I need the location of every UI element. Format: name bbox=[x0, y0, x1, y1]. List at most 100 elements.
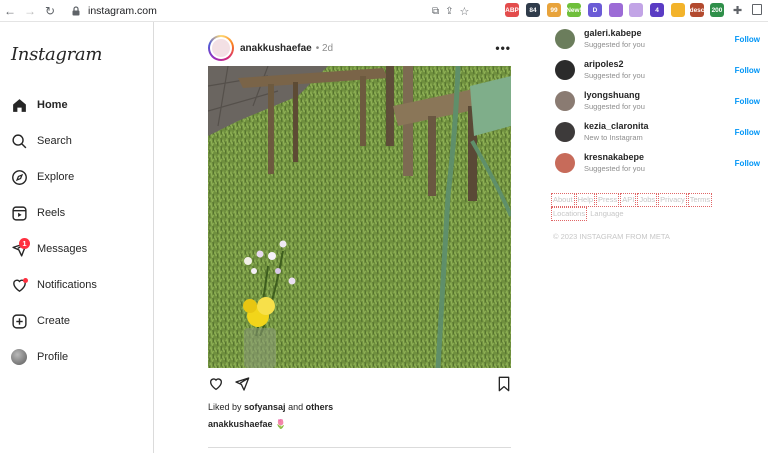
new-badge-icon[interactable]: New! bbox=[566, 3, 582, 17]
footer-link-terms[interactable]: Terms bbox=[687, 193, 713, 207]
footer-link-locations[interactable]: Locations bbox=[551, 207, 588, 221]
footer-link-api[interactable]: API bbox=[620, 193, 637, 207]
nav-search[interactable]: Search bbox=[10, 130, 72, 152]
suggestion-avatar[interactable] bbox=[555, 122, 575, 142]
nav-explore[interactable]: Explore bbox=[10, 166, 74, 188]
suggestion-avatar[interactable] bbox=[555, 153, 575, 173]
liked-others-link[interactable]: others bbox=[306, 402, 334, 412]
nav-search-label: Search bbox=[37, 135, 72, 147]
ext-99-icon[interactable]: 99 bbox=[547, 3, 561, 17]
liked-user-link[interactable]: sofyansaj bbox=[244, 402, 286, 412]
left-sidebar: Instagram Home Search Explore Reels 1 Me… bbox=[0, 22, 154, 453]
footer-link-help[interactable]: Help bbox=[575, 193, 596, 207]
suggestion-avatar[interactable] bbox=[555, 60, 575, 80]
counter-icon[interactable]: 84 bbox=[526, 3, 540, 17]
post-divider bbox=[208, 447, 511, 448]
suggestion-item: aripoles2 Suggested for you Follow bbox=[555, 57, 760, 83]
footer-link-jobs[interactable]: Jobs bbox=[637, 193, 658, 207]
suggestion-username[interactable]: lyongshuang bbox=[584, 90, 735, 101]
d-icon[interactable]: D bbox=[588, 3, 602, 17]
side-panel-icon[interactable] bbox=[752, 4, 762, 15]
nav-create-label: Create bbox=[37, 315, 71, 327]
suggestion-reason: Suggested for you bbox=[584, 40, 645, 49]
suggestion-reason: Suggested for you bbox=[584, 164, 645, 173]
nav-create[interactable]: Create bbox=[10, 310, 70, 332]
follow-button[interactable]: Follow bbox=[735, 35, 760, 44]
liked-prefix: Liked by bbox=[208, 402, 245, 412]
suggestion-username[interactable]: aripoles2 bbox=[584, 59, 735, 70]
create-plus-icon bbox=[10, 312, 28, 330]
post-header: anakkushaefae • 2d ••• bbox=[208, 35, 511, 61]
cube-icon[interactable]: 4 bbox=[650, 3, 664, 17]
reload-icon[interactable]: ↻ bbox=[40, 0, 60, 22]
footer-link-press[interactable]: Press bbox=[596, 193, 620, 207]
nav-explore-label: Explore bbox=[37, 171, 75, 183]
caption-text: 🌷 bbox=[275, 419, 287, 429]
like-heart-icon[interactable] bbox=[208, 376, 224, 397]
bookmark-star-icon[interactable]: ☆ bbox=[460, 5, 470, 18]
messages-count-badge: 1 bbox=[19, 238, 30, 249]
post-caption: anakkushaefae 🌷 bbox=[208, 419, 286, 430]
link-icon[interactable] bbox=[629, 3, 643, 17]
instagram-logo[interactable]: Instagram bbox=[11, 44, 102, 65]
pen-icon[interactable] bbox=[609, 3, 623, 17]
suggestion-item: kezia_claronita New to Instagram Follow bbox=[555, 119, 760, 145]
abp-icon[interactable]: ABP bbox=[505, 3, 519, 17]
footer-links: About Help Press API Jobs Privacy Terms Locati… bbox=[551, 193, 751, 221]
nav-messages[interactable]: 1 Messages bbox=[10, 238, 87, 260]
nav-notifications[interactable]: Notifications bbox=[10, 274, 97, 296]
search-icon bbox=[10, 132, 28, 150]
suggestion-avatar[interactable] bbox=[555, 29, 575, 49]
nav-profile-label: Profile bbox=[37, 351, 69, 363]
nav-home[interactable]: Home bbox=[10, 94, 68, 116]
messenger-icon: 1 bbox=[10, 238, 30, 258]
post-image[interactable] bbox=[208, 66, 511, 368]
nav-reels-label: Reels bbox=[37, 207, 66, 219]
translate-icon[interactable]: ⧉ bbox=[432, 6, 439, 17]
notification-dot bbox=[23, 278, 28, 283]
desc-icon[interactable]: desc bbox=[690, 3, 704, 17]
forward-icon[interactable]: → bbox=[20, 0, 40, 22]
nav-notifications-label: Notifications bbox=[37, 279, 97, 291]
profile-avatar bbox=[10, 348, 28, 366]
suggestion-username[interactable]: kezia_claronita bbox=[584, 121, 735, 132]
back-icon[interactable]: ← bbox=[0, 0, 20, 22]
suggestion-username[interactable]: galeri.kabepe bbox=[584, 28, 735, 39]
lock-icon bbox=[72, 6, 80, 16]
suggestion-reason: Suggested for you bbox=[584, 71, 645, 80]
nav-messages-label: Messages bbox=[37, 243, 88, 255]
suggestion-reason: New to Instagram bbox=[584, 133, 643, 142]
caption-username[interactable]: anakkushaefae bbox=[208, 419, 273, 429]
follow-button[interactable]: Follow bbox=[735, 66, 760, 75]
footer-link-about[interactable]: About bbox=[551, 193, 575, 207]
footer-language[interactable]: Language bbox=[590, 209, 623, 218]
ext-200-icon[interactable]: 200 bbox=[710, 3, 724, 17]
follow-button[interactable]: Follow bbox=[735, 159, 760, 168]
post-time[interactable]: • 2d bbox=[316, 43, 333, 54]
suggestion-reason: Suggested for you bbox=[584, 102, 645, 111]
suggestion-avatar[interactable] bbox=[555, 91, 575, 111]
post-username[interactable]: anakkushaefae bbox=[240, 43, 312, 54]
liked-and: and bbox=[285, 402, 306, 412]
footer-link-privacy[interactable]: Privacy bbox=[658, 193, 687, 207]
home-icon bbox=[10, 96, 28, 114]
suggestion-item: galeri.kabepe Suggested for you Follow bbox=[555, 26, 760, 52]
follow-button[interactable]: Follow bbox=[735, 128, 760, 137]
share-direct-icon[interactable] bbox=[234, 376, 250, 397]
extensions-puzzle-icon[interactable]: ✚ bbox=[733, 4, 742, 17]
heart-icon bbox=[10, 276, 28, 294]
follow-button[interactable]: Follow bbox=[735, 97, 760, 106]
post-actions bbox=[208, 376, 511, 394]
post-author-avatar[interactable] bbox=[208, 35, 234, 61]
suggestion-item: lyongshuang Suggested for you Follow bbox=[555, 88, 760, 114]
suggestion-username[interactable]: kresnakabepe bbox=[584, 152, 735, 163]
nav-profile[interactable]: Profile bbox=[10, 346, 68, 368]
more-options-icon[interactable]: ••• bbox=[495, 41, 511, 55]
nav-home-label: Home bbox=[37, 99, 68, 111]
sun-icon[interactable] bbox=[671, 3, 685, 17]
reels-icon bbox=[10, 204, 28, 222]
suggestion-item: kresnakabepe Suggested for you Follow bbox=[555, 150, 760, 176]
nav-reels[interactable]: Reels bbox=[10, 202, 65, 224]
save-bookmark-icon[interactable] bbox=[497, 376, 511, 397]
share-icon[interactable]: ⇪ bbox=[445, 6, 453, 17]
